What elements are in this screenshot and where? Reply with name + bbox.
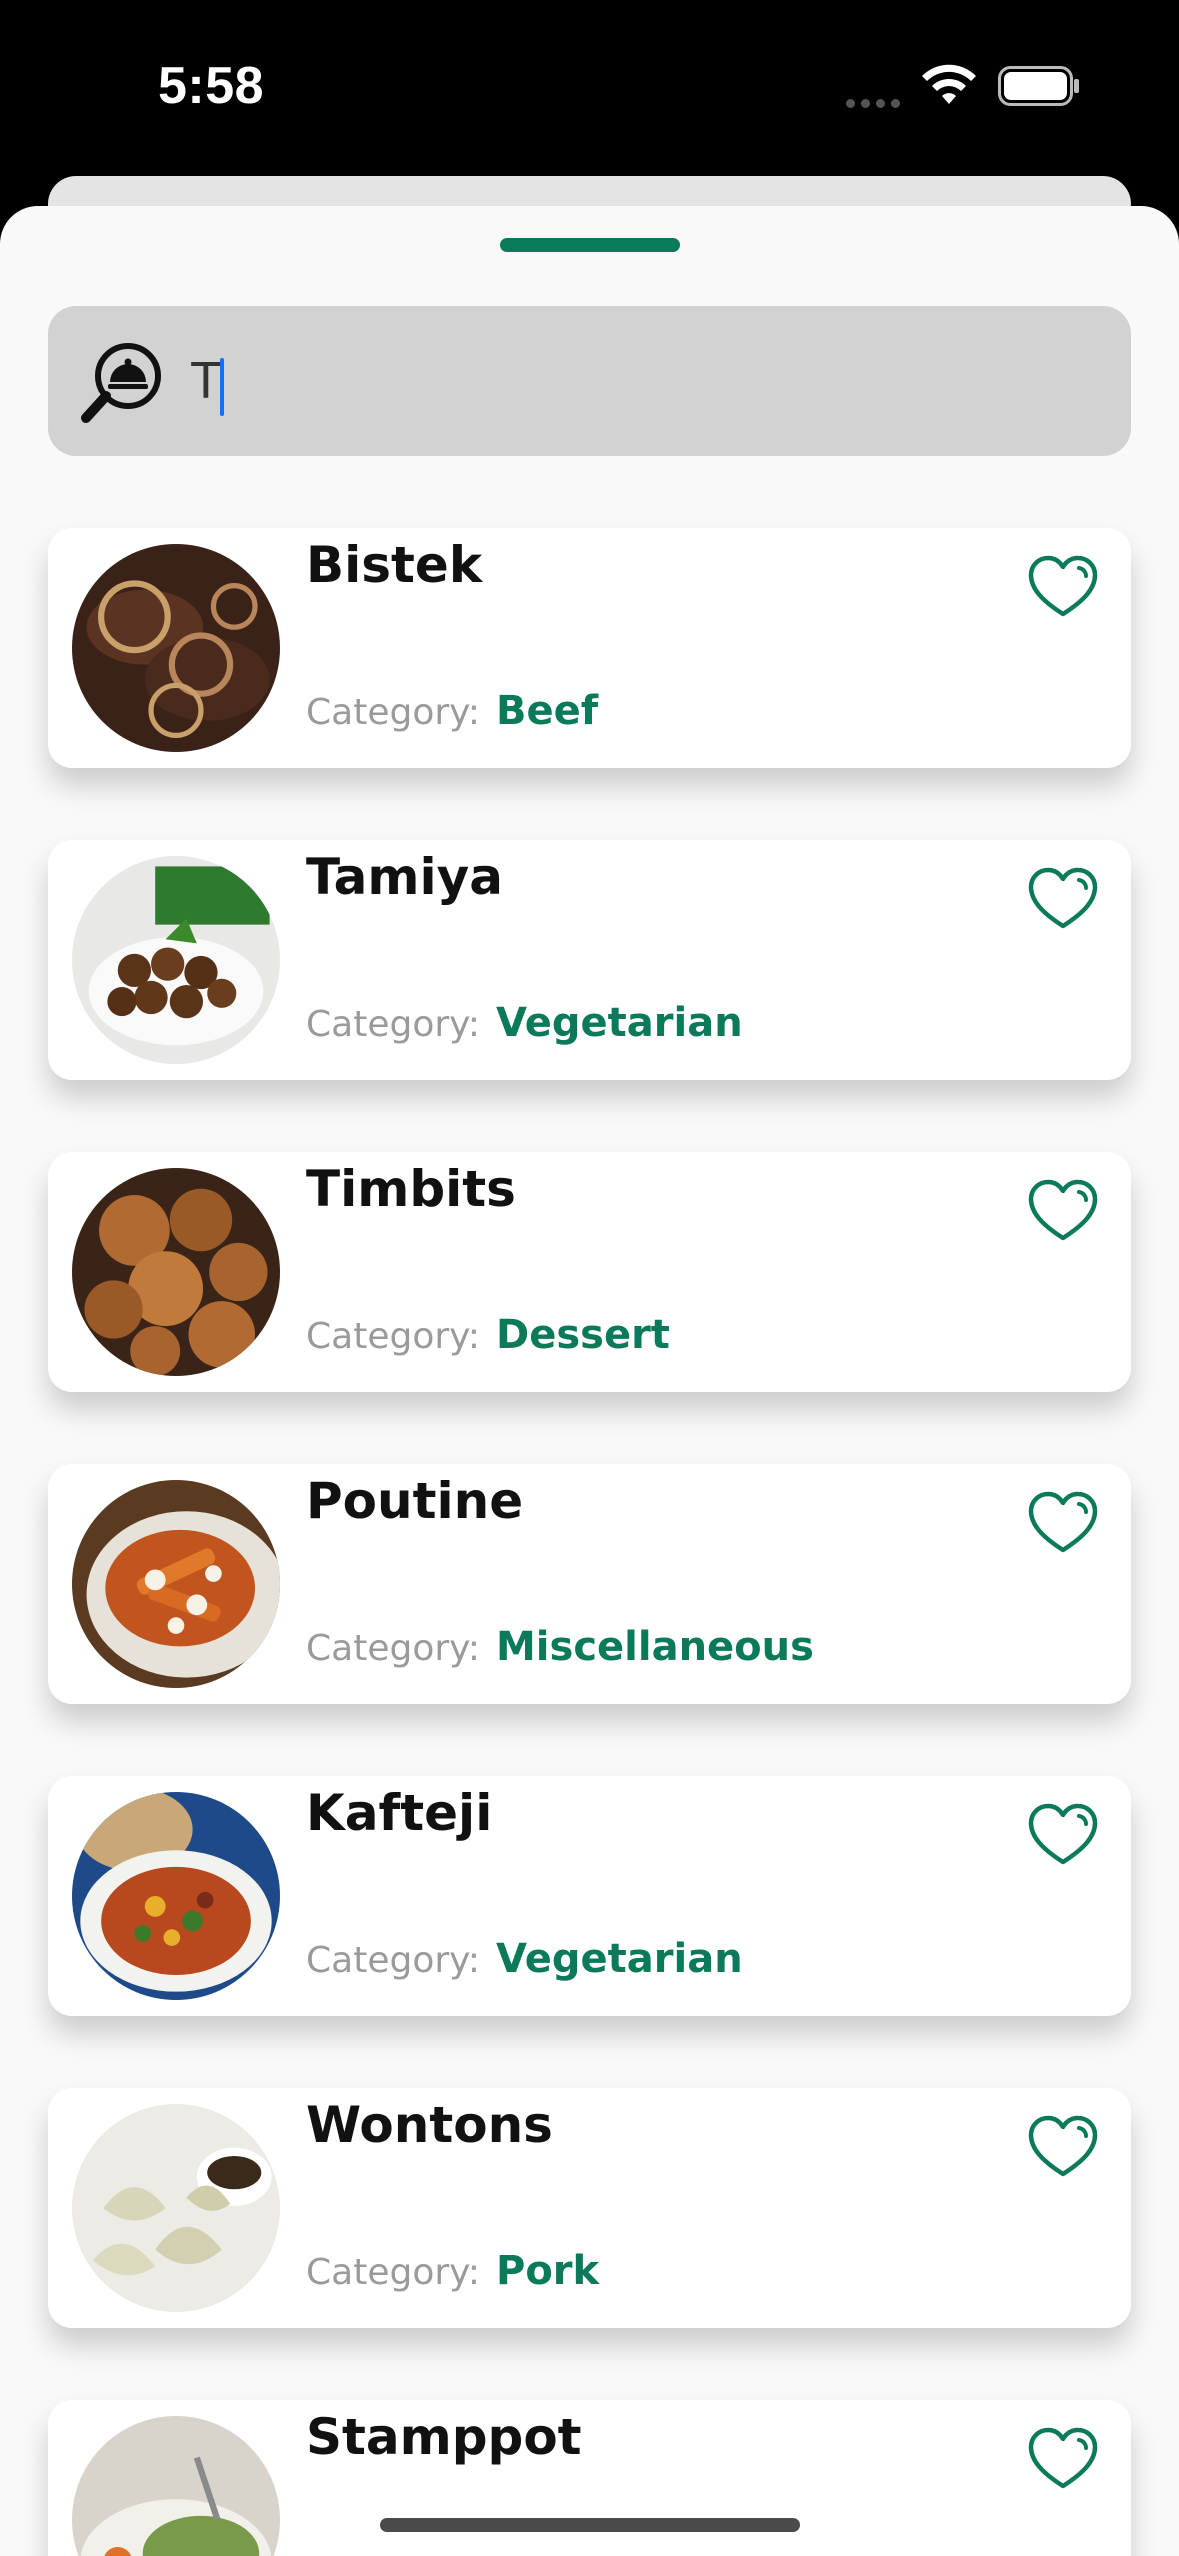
meal-title: Wontons [306, 2096, 553, 2154]
text-caret [220, 358, 224, 416]
favorite-heart-icon[interactable] [1027, 554, 1099, 620]
meal-thumbnail [72, 1168, 280, 1376]
sheet-grabber[interactable] [500, 238, 680, 252]
meal-title: Stamppot [306, 2408, 582, 2466]
category-value: Miscellaneous [496, 1624, 814, 1670]
favorite-heart-icon[interactable] [1027, 2426, 1099, 2492]
meal-title: Kafteji [306, 1784, 493, 1842]
favorite-heart-icon[interactable] [1027, 866, 1099, 932]
meal-card[interactable]: Poutine Category: Miscellaneous [48, 1464, 1131, 1704]
meal-thumbnail [72, 856, 280, 1064]
favorite-heart-icon[interactable] [1027, 1178, 1099, 1244]
category-label: Category: [306, 1940, 480, 1981]
category-value: Dessert [496, 1312, 670, 1358]
status-bar: 5:58 [0, 0, 1179, 176]
signal-icon [846, 95, 906, 109]
meal-card[interactable]: Timbits Category: Dessert [48, 1152, 1131, 1392]
meal-title: Tamiya [306, 848, 503, 906]
meal-title: Poutine [306, 1472, 524, 1530]
category-value: Vegetarian [496, 1936, 743, 1982]
meal-thumbnail [72, 1792, 280, 2000]
meal-card[interactable]: Kafteji Category: Vegetarian [48, 1776, 1131, 2016]
favorite-heart-icon[interactable] [1027, 1490, 1099, 1556]
favorite-heart-icon[interactable] [1027, 2114, 1099, 2180]
category-value: Beef [496, 688, 599, 734]
favorite-heart-icon[interactable] [1027, 1802, 1099, 1868]
search-input[interactable] [190, 336, 1090, 426]
meal-thumbnail [72, 2104, 280, 2312]
category-label: Category: [306, 1316, 480, 1357]
search-sheet: Bistek Category: Beef Tamiya C [0, 206, 1179, 2556]
category-value: Pork [496, 2248, 600, 2294]
battery-icon [998, 66, 1079, 106]
category-label: Category: [306, 692, 480, 733]
meal-title: Bistek [306, 536, 483, 594]
meal-card[interactable]: Bistek Category: Beef [48, 528, 1131, 768]
meal-thumbnail [72, 2416, 280, 2556]
meal-thumbnail [72, 1480, 280, 1688]
search-dish-icon [81, 343, 161, 423]
category-label: Category: [306, 1004, 480, 1045]
meal-card[interactable]: Stamppot [48, 2400, 1131, 2556]
category-label: Category: [306, 2252, 480, 2293]
meal-thumbnail [72, 544, 280, 752]
meal-card[interactable]: Wontons Category: Pork [48, 2088, 1131, 2328]
category-value: Vegetarian [496, 1000, 743, 1046]
category-label: Category: [306, 1628, 480, 1669]
status-time: 5:58 [158, 57, 265, 115]
meal-title: Timbits [306, 1160, 516, 1218]
search-bar[interactable] [48, 306, 1131, 456]
home-indicator [380, 2518, 800, 2532]
wifi-icon [922, 64, 976, 104]
meal-card[interactable]: Tamiya Category: Vegetarian [48, 840, 1131, 1080]
